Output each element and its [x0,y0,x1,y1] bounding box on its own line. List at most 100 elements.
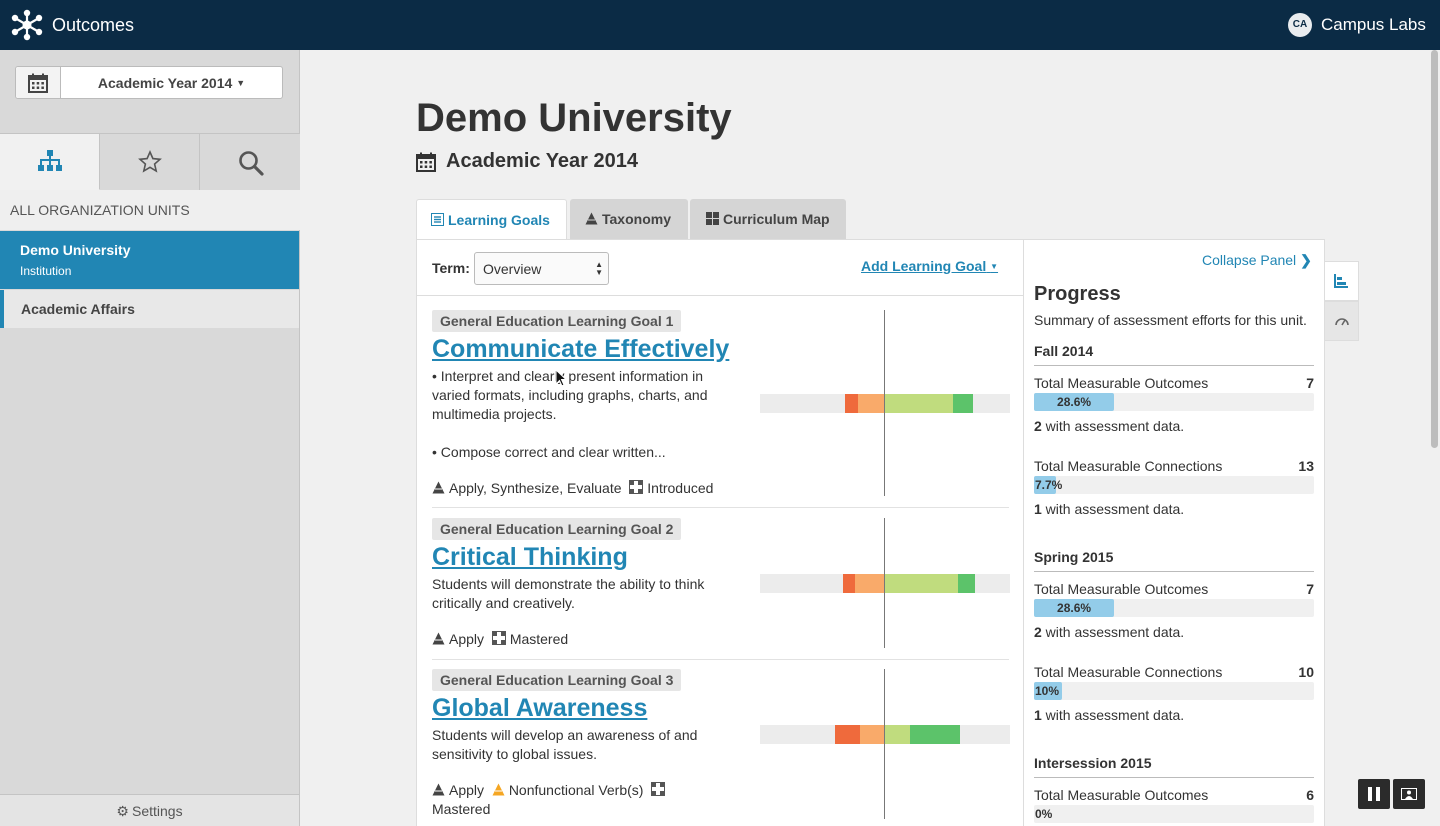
caret-down-icon: ▼ [990,262,999,271]
progress-subtitle: Summary of assessment efforts for this u… [1034,312,1307,328]
outcomes-logo-icon[interactable] [10,9,44,41]
tab-hierarchy[interactable] [0,134,100,190]
pause-icon [1368,787,1380,801]
tab-label: Curriculum Map [723,211,830,227]
gear-icon: ⚙ [116,803,129,819]
with-count: 1 [1034,707,1042,723]
academic-year-dropdown[interactable]: Academic Year 2014 ▼ [15,66,283,99]
sidebar-tabs [0,133,300,190]
goal-tags: Apply Nonfunctional Verb(s) Mastered [432,781,692,819]
settings-button[interactable]: ⚙ Settings [0,794,299,826]
learning-goals-panel: Term: Overview ▲ ▼ Add Learning Goal ▼ Ge… [416,239,1024,826]
term-select[interactable]: Overview ▲ ▼ [474,252,609,285]
calendar-icon [416,152,436,172]
collapse-panel-link[interactable]: Collapse Panel ❯ [1202,252,1312,269]
bar-segment-lightgreen [885,394,953,413]
progress-panel-tab[interactable] [1325,261,1359,301]
chevron-right-icon: ❯ [1300,252,1312,268]
app-title[interactable]: Outcomes [52,15,134,36]
mouse-cursor-icon [555,369,567,387]
term-rule [1034,365,1314,366]
term-rule [1034,777,1314,778]
collapse-label: Collapse Panel [1202,252,1297,268]
add-learning-goal-button[interactable]: Add Learning Goal ▼ [861,258,998,274]
metric-label: Total Measurable Outcomes [1034,787,1209,803]
goal-description: Students will demonstrate the ability to… [432,576,705,611]
metric-progress-bar: 7.7% [1034,476,1314,494]
goal-taxonomy: Apply [449,782,485,798]
pyramid-icon [432,783,445,796]
settings-label: Settings [131,803,183,819]
goal-level: Mastered [432,801,491,817]
scrollbar-thumb[interactable] [1431,50,1438,448]
metric-with-data: 2 with assessment data. [1034,624,1184,640]
metric-with-data: 2 with assessment data. [1034,418,1184,434]
unit-name: Academic Affairs [21,301,135,317]
term-label: Term: [432,260,470,276]
bar-chart-icon [1334,274,1348,288]
presenter-icon [1401,788,1417,800]
sidebar-item-demo-university[interactable]: Demo University Institution [0,231,299,289]
hierarchy-icon [38,150,62,171]
metric-count: 7 [1306,581,1314,597]
goal-title-link[interactable]: Critical Thinking [432,543,628,572]
tab-curriculum-map[interactable]: Curriculum Map [690,199,846,239]
with-count: 2 [1034,624,1042,640]
metric-percent: 7.7% [1035,478,1063,492]
goal-progress-bar [760,394,1010,413]
org-name-link[interactable]: Campus Labs [1321,15,1426,35]
metric-percent: 0% [1035,807,1053,821]
bar-segment-green [910,725,960,744]
unit-name: Demo University [20,242,131,258]
metric-label: Total Measurable Outcomes [1034,375,1209,391]
avatar[interactable]: CA [1288,13,1312,37]
metric-percent: 10% [1035,684,1060,698]
goal-separator [432,659,1009,660]
term-name: Spring 2015 [1034,549,1114,565]
metric-count: 10 [1298,664,1314,680]
metric-progress-bar: 28.6% [1034,599,1314,617]
presenter-view-button[interactable] [1393,779,1425,809]
tab-learning-goals[interactable]: Learning Goals [416,199,567,240]
pause-button[interactable] [1358,779,1390,809]
bar-segment-red [842,574,855,593]
page-scrollbar[interactable] [1429,50,1440,826]
goal-warning: Nonfunctional Verb(s) [508,782,644,798]
bar-segment-green [957,574,975,593]
metric-progress-bar: 28.6% [1034,393,1314,411]
sidebar: Academic Year 2014 ▼ ALL ORGANIZATION UN… [0,50,300,826]
checker-level-icon [491,631,506,645]
goal-level: Mastered [509,631,569,647]
bar-segment-green [952,394,973,413]
pyramid-icon [432,632,445,645]
goal-tags: Apply Mastered [432,630,732,649]
metric-progress-bar: 10% [1034,682,1314,700]
select-arrows-icon: ▲ ▼ [595,260,603,277]
tab-favorites[interactable] [100,134,200,190]
center-axis-line [884,669,885,819]
list-icon [431,213,444,226]
goal-title-link[interactable]: Communicate Effectively [432,335,729,364]
goal-badge: General Education Learning Goal 1 [432,310,682,332]
goal-taxonomy: Apply, Synthesize, Evaluate [449,480,622,496]
goal-title-link[interactable]: Global Awareness [432,694,647,723]
metric-percent: 28.6% [1057,395,1092,409]
term-name: Fall 2014 [1034,343,1094,359]
term-name: Intersession 2015 [1034,755,1152,771]
goal-badge: General Education Learning Goal 3 [432,669,682,691]
term-rule [1034,571,1314,572]
center-axis-line [884,518,885,648]
sidebar-item-academic-affairs[interactable]: Academic Affairs [0,290,299,328]
tab-search[interactable] [200,134,300,190]
academic-year-label: Academic Year 2014 ▼ [61,75,282,91]
pyramid-icon [432,481,445,494]
tab-label: Learning Goals [448,212,550,228]
goal-tags: Apply, Synthesize, Evaluate Introduced [432,479,772,498]
tab-taxonomy[interactable]: Taxonomy [570,199,688,239]
bar-segment-red [835,725,860,744]
search-icon [239,151,264,176]
page-title: Demo University [416,96,732,140]
bar-segment-lightgreen [885,725,910,744]
units-header: ALL ORGANIZATION UNITS [0,190,300,230]
dashboard-panel-tab[interactable] [1325,301,1359,341]
